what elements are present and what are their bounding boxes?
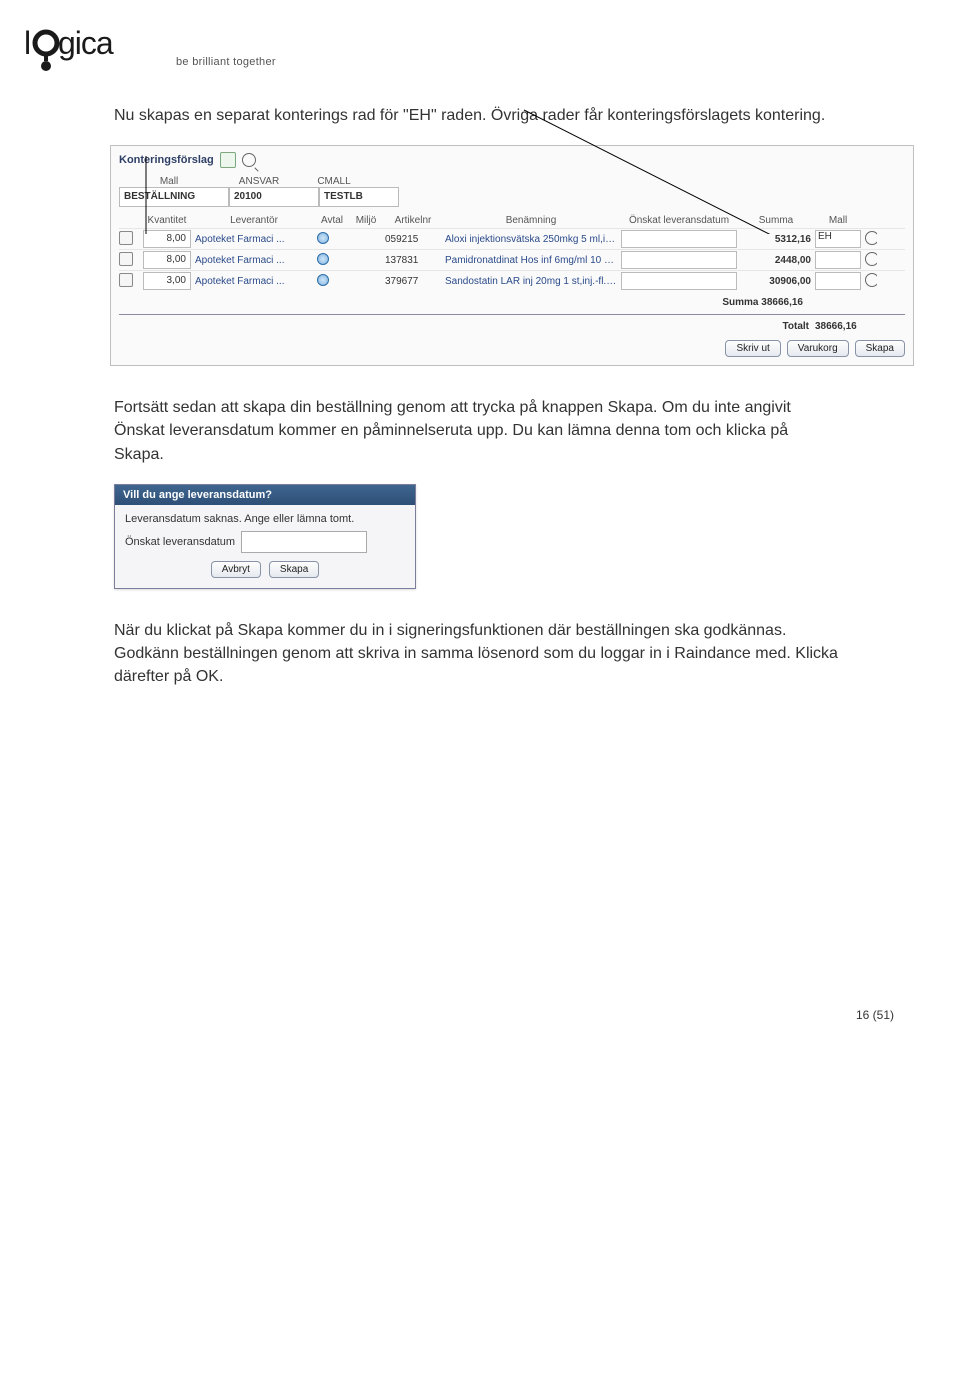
avbryt-button[interactable]: Avbryt (211, 561, 261, 578)
totalt-label: Totalt (783, 321, 809, 332)
h-summa: Summa (741, 213, 811, 228)
date-input[interactable] (621, 272, 737, 290)
tagline: be brilliant together (176, 56, 276, 68)
summa-val: 5312,16 (741, 234, 811, 245)
paragraph-3: När du klickat på Skapa kommer du in i s… (114, 619, 840, 689)
search-icon[interactable] (865, 252, 877, 266)
leverantor-link[interactable]: Apoteket Farmaci ... (195, 276, 313, 287)
leveransdatum-input[interactable] (241, 531, 367, 553)
h-leverantor: Leverantör (195, 213, 313, 228)
globe-icon[interactable] (317, 274, 329, 286)
val-ansvar: 20100 (229, 187, 319, 207)
logo: l gica be brilliant together (24, 24, 930, 74)
table-row: 3,00 Apoteket Farmaci ... 379677 Sandost… (119, 270, 905, 291)
summa-label: Summa (722, 297, 758, 308)
artikelnr: 137831 (385, 255, 441, 266)
table-row: 8,00 Apoteket Farmaci ... 137831 Pamidro… (119, 249, 905, 270)
varukorg-button[interactable]: Varukorg (787, 340, 849, 357)
val-mall: BESTÄLLNING (119, 187, 229, 207)
svg-text:l: l (24, 25, 30, 61)
skrivut-button[interactable]: Skriv ut (725, 340, 780, 357)
mall-input[interactable]: EH (815, 230, 861, 248)
skapa-button[interactable]: Skapa (855, 340, 905, 357)
trash-icon[interactable] (119, 231, 133, 245)
paragraph-1: Nu skapas en separat konterings rad för … (114, 104, 840, 127)
col-ansvar: ANSVAR (219, 176, 299, 187)
totalt-val: 38666,16 (815, 321, 905, 332)
mall-input[interactable] (815, 272, 861, 290)
h-onskat: Önskat leveransdatum (621, 213, 737, 228)
date-input[interactable] (621, 230, 737, 248)
trash-icon[interactable] (119, 273, 133, 287)
benamning-link[interactable]: Aloxi injektionsvätska 250mkg 5 ml,inj.-… (445, 234, 617, 245)
summa-val: 2448,00 (741, 255, 811, 266)
h-miljo: Miljö (351, 213, 381, 228)
h-mall2: Mall (815, 213, 861, 228)
summa-total: 38666,16 (761, 297, 803, 308)
benamning-link[interactable]: Sandostatin LAR inj 20mg 1 st,inj.-fl. +… (445, 276, 617, 287)
leverantor-link[interactable]: Apoteket Farmaci ... (195, 255, 313, 266)
leveransdatum-dialog: Vill du ange leveransdatum? Leveransdatu… (114, 484, 416, 589)
sheet-icon[interactable] (220, 152, 236, 168)
dialog-title: Vill du ange leveransdatum? (115, 485, 415, 505)
h-kvantitet: Kvantitet (143, 213, 191, 228)
konteringsforslag-panel: Konteringsförslag Mall ANSVAR CMALL BEST… (110, 145, 914, 366)
h-avtal: Avtal (317, 213, 347, 228)
h-benamning: Benämning (445, 213, 617, 228)
qty-input[interactable]: 3,00 (143, 272, 191, 290)
qty-input[interactable]: 8,00 (143, 230, 191, 248)
dialog-message: Leveransdatum saknas. Ange eller lämna t… (125, 513, 405, 525)
col-cmall: CMALL (299, 176, 369, 187)
page-number: 16 (51) (24, 1008, 894, 1022)
trash-icon[interactable] (119, 252, 133, 266)
search-icon[interactable] (242, 153, 256, 167)
search-icon[interactable] (865, 273, 877, 287)
svg-text:gica: gica (58, 25, 114, 61)
col-mall: Mall (119, 176, 219, 187)
dialog-field-label: Önskat leveransdatum (125, 536, 235, 548)
panel-title: Konteringsförslag (119, 154, 214, 166)
artikelnr: 379677 (385, 276, 441, 287)
logica-logo: l gica (24, 24, 164, 74)
globe-icon[interactable] (317, 232, 329, 244)
dialog-skapa-button[interactable]: Skapa (269, 561, 319, 578)
val-cmall: TESTLB (319, 187, 399, 207)
leverantor-link[interactable]: Apoteket Farmaci ... (195, 234, 313, 245)
globe-icon[interactable] (317, 253, 329, 265)
mall-input[interactable] (815, 251, 861, 269)
summa-val: 30906,00 (741, 276, 811, 287)
table-row: 8,00 Apoteket Farmaci ... 059215 Aloxi i… (119, 228, 905, 249)
paragraph-2: Fortsätt sedan att skapa din beställning… (114, 396, 840, 466)
h-artikelnr: Artikelnr (385, 213, 441, 228)
benamning-link[interactable]: Pamidronatdinat Hos inf 6mg/ml 10 ml,in.… (445, 255, 617, 266)
artikelnr: 059215 (385, 234, 441, 245)
search-icon[interactable] (865, 231, 877, 245)
qty-input[interactable]: 8,00 (143, 251, 191, 269)
date-input[interactable] (621, 251, 737, 269)
